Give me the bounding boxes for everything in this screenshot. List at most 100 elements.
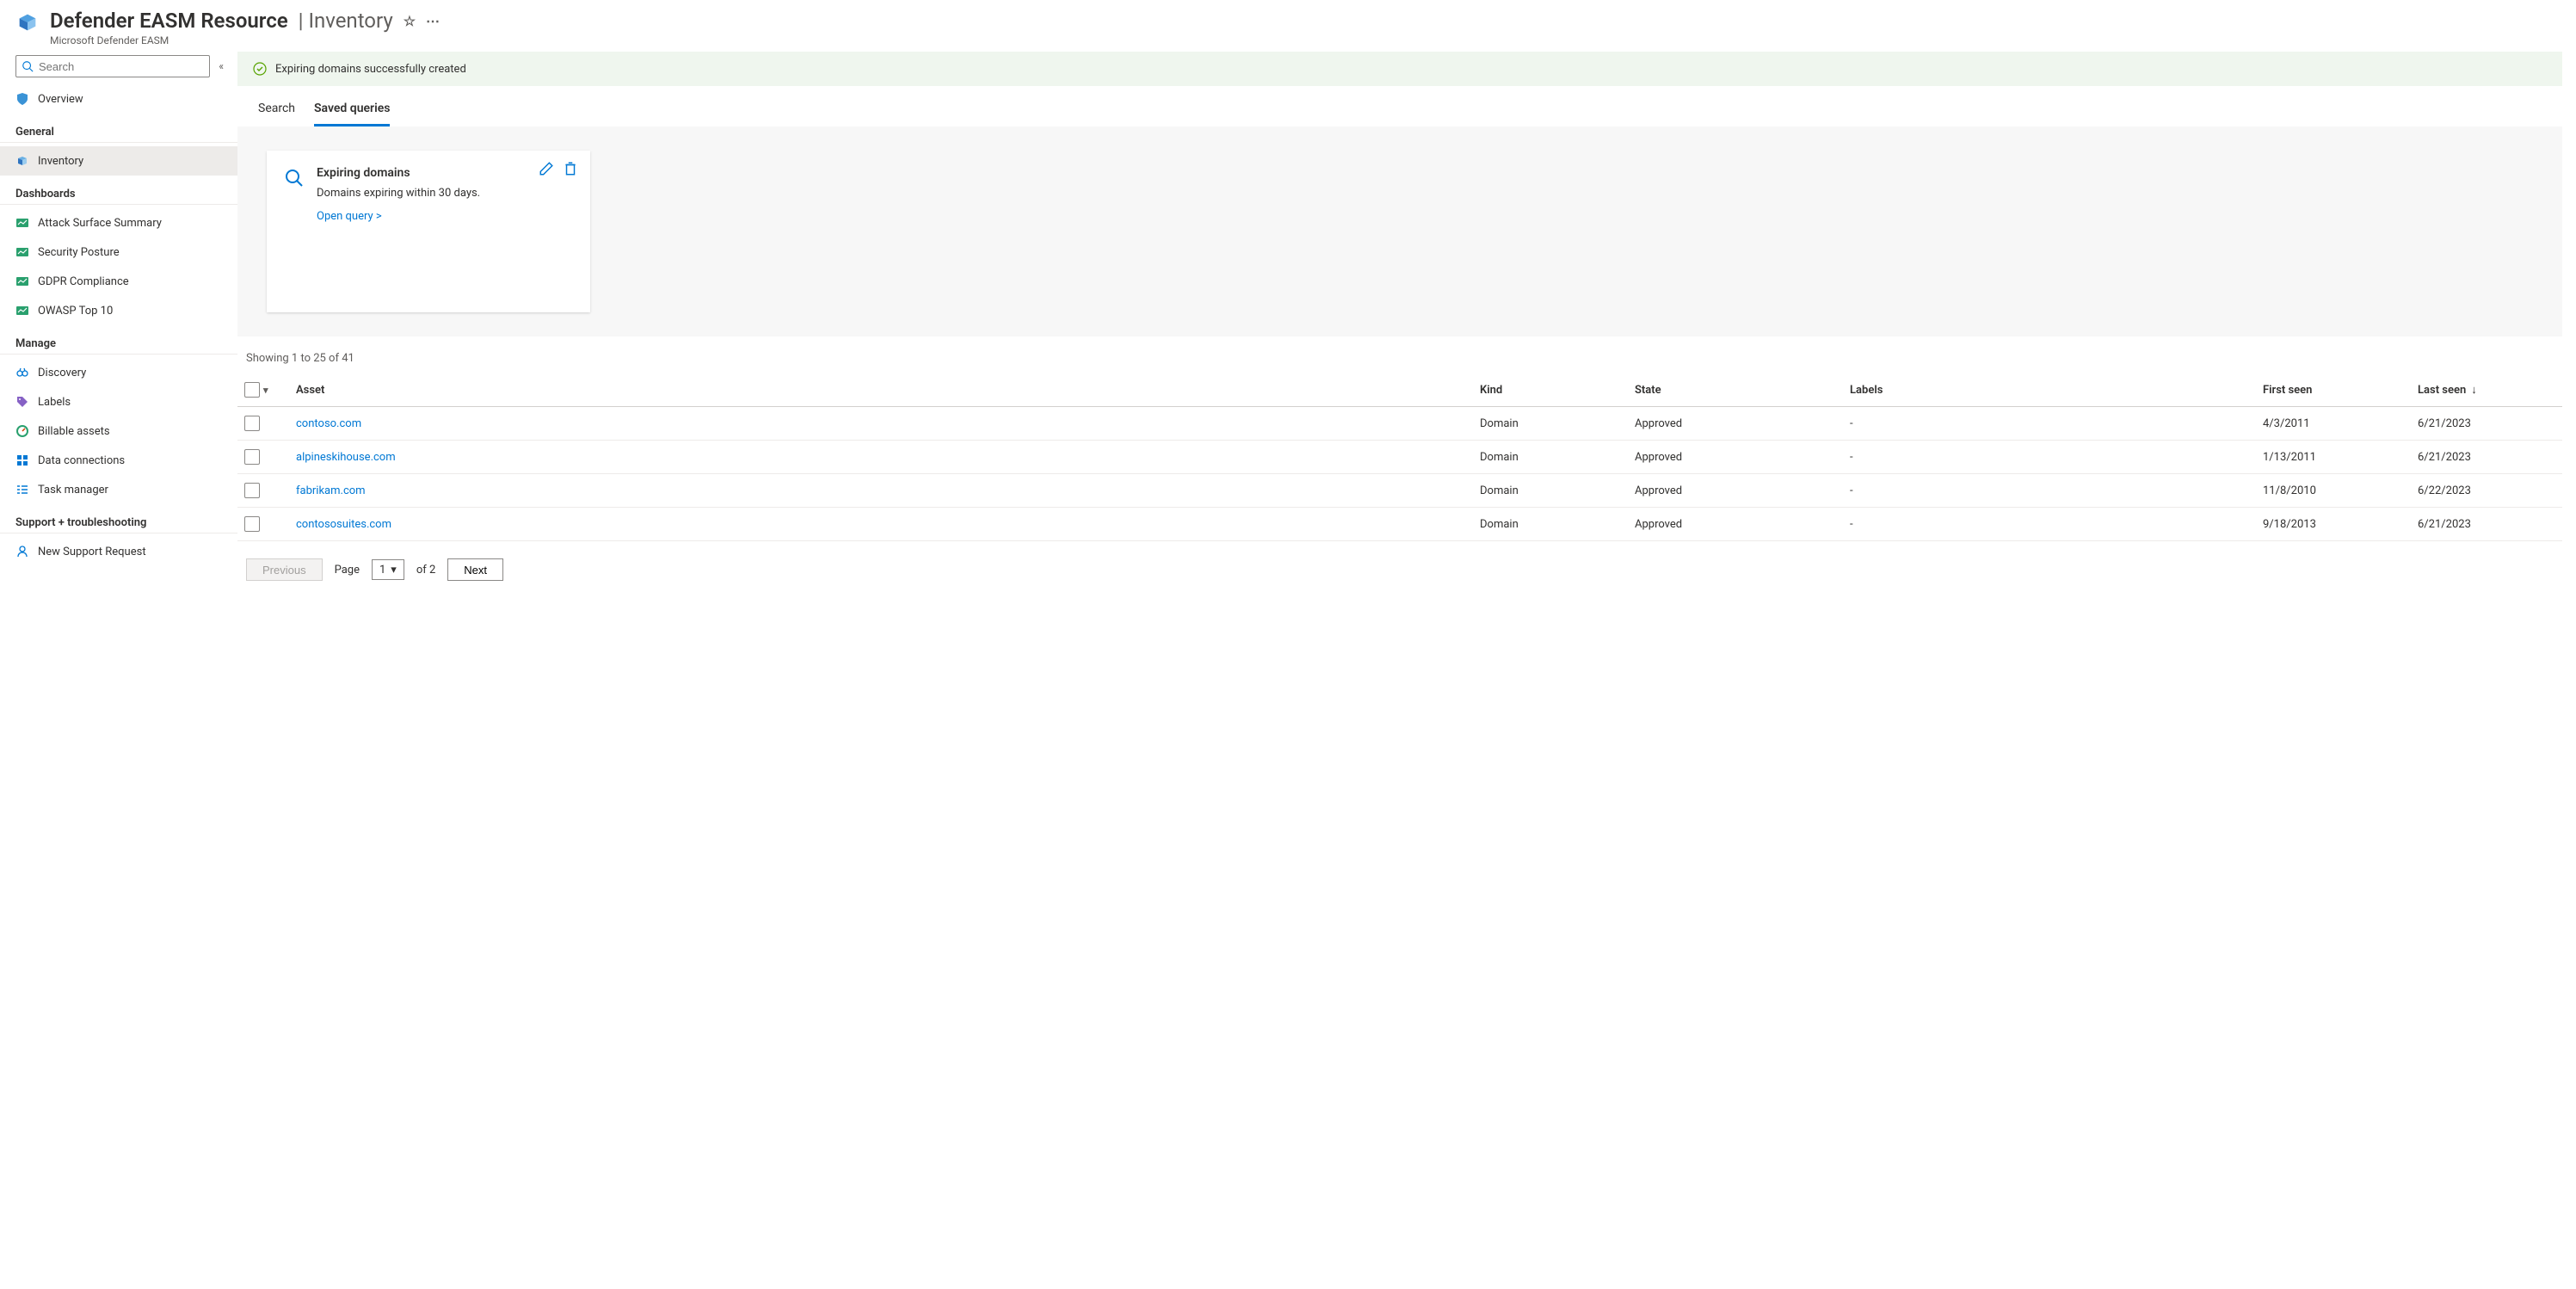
sidebar-item-data-connections[interactable]: Data connections bbox=[0, 446, 237, 475]
cell-last-seen: 6/21/2023 bbox=[2418, 417, 2555, 430]
chevron-down-icon[interactable]: ▾ bbox=[263, 385, 268, 396]
chart-icon bbox=[15, 216, 29, 230]
pagination: Previous Page 1 ▾ of 2 Next bbox=[237, 541, 2562, 598]
sidebar-item-discovery[interactable]: Discovery bbox=[0, 358, 237, 387]
sort-descending-icon: ↓ bbox=[2471, 383, 2477, 397]
sidebar-item-gdpr[interactable]: GDPR Compliance bbox=[0, 267, 237, 296]
query-card-description: Domains expiring within 30 days. bbox=[317, 187, 573, 200]
cell-first-seen: 1/13/2011 bbox=[2263, 451, 2418, 464]
row-checkbox[interactable] bbox=[244, 483, 260, 498]
sidebar-search-input[interactable] bbox=[39, 60, 204, 73]
sidebar-item-label: Attack Surface Summary bbox=[38, 217, 162, 230]
search-icon bbox=[22, 60, 34, 72]
cell-last-seen: 6/22/2023 bbox=[2418, 484, 2555, 497]
more-actions-icon[interactable]: ⋯ bbox=[426, 13, 440, 29]
cell-state: Approved bbox=[1635, 518, 1850, 531]
table-row[interactable]: contoso.comDomainApproved-4/3/20116/21/2… bbox=[237, 407, 2562, 441]
sidebar-item-inventory[interactable]: Inventory bbox=[0, 146, 237, 176]
sidebar-item-label: Discovery bbox=[38, 367, 86, 379]
table-row[interactable]: contososuites.comDomainApproved-9/18/201… bbox=[237, 508, 2562, 541]
select-all-checkbox[interactable] bbox=[244, 382, 260, 398]
asset-link[interactable]: alpineskihouse.com bbox=[296, 451, 1480, 464]
cell-first-seen: 4/3/2011 bbox=[2263, 417, 2418, 430]
resource-icon bbox=[15, 10, 40, 34]
sidebar-item-new-support[interactable]: New Support Request bbox=[0, 537, 237, 566]
section-support: Support + troubleshooting bbox=[0, 504, 237, 533]
sidebar-item-security-posture[interactable]: Security Posture bbox=[0, 237, 237, 267]
sidebar-item-label: Billable assets bbox=[38, 425, 110, 438]
results-summary: Showing 1 to 25 of 41 bbox=[237, 336, 2562, 373]
sidebar-item-label: Task manager bbox=[38, 484, 108, 496]
cell-kind: Domain bbox=[1480, 417, 1635, 430]
cell-last-seen: 6/21/2023 bbox=[2418, 518, 2555, 531]
chevron-down-icon: ▾ bbox=[391, 564, 397, 577]
row-checkbox[interactable] bbox=[244, 449, 260, 465]
tab-search[interactable]: Search bbox=[258, 95, 295, 126]
page-header: Defender EASM Resource | Inventory ☆ ⋯ M… bbox=[0, 0, 2576, 52]
asset-link[interactable]: contoso.com bbox=[296, 417, 1480, 430]
cell-labels: - bbox=[1850, 518, 2263, 531]
cell-state: Approved bbox=[1635, 417, 1850, 430]
support-icon bbox=[15, 545, 29, 558]
sidebar-item-attack-surface[interactable]: Attack Surface Summary bbox=[0, 208, 237, 237]
sidebar-item-labels[interactable]: Labels bbox=[0, 387, 237, 416]
cell-kind: Domain bbox=[1480, 451, 1635, 464]
chart-icon bbox=[15, 274, 29, 288]
saved-query-card[interactable]: Expiring domains Domains expiring within… bbox=[267, 151, 590, 312]
section-manage: Manage bbox=[0, 325, 237, 355]
column-asset[interactable]: Asset bbox=[296, 384, 1480, 397]
cell-labels: - bbox=[1850, 417, 2263, 430]
cube-icon bbox=[15, 154, 29, 168]
sidebar-item-owasp[interactable]: OWASP Top 10 bbox=[0, 296, 237, 325]
assets-table: ▾ Asset Kind State Labels First seen Las… bbox=[237, 373, 2562, 541]
column-kind[interactable]: Kind bbox=[1480, 384, 1635, 397]
success-check-icon bbox=[253, 62, 267, 76]
delete-icon[interactable] bbox=[563, 161, 578, 176]
cell-first-seen: 9/18/2013 bbox=[2263, 518, 2418, 531]
sidebar-item-label: Data connections bbox=[38, 454, 125, 467]
sidebar-item-overview[interactable]: Overview bbox=[0, 84, 237, 114]
tabs: Search Saved queries bbox=[237, 89, 2562, 126]
favorite-star-icon[interactable]: ☆ bbox=[404, 13, 416, 29]
sidebar: « Overview General Inventory Dashboards … bbox=[0, 52, 237, 615]
cell-first-seen: 11/8/2010 bbox=[2263, 484, 2418, 497]
sidebar-search[interactable] bbox=[15, 55, 210, 77]
cell-kind: Domain bbox=[1480, 484, 1635, 497]
sidebar-item-label: GDPR Compliance bbox=[38, 275, 129, 288]
page-select[interactable]: 1 ▾ bbox=[372, 559, 404, 580]
collapse-sidebar-icon[interactable]: « bbox=[217, 59, 222, 74]
breadcrumb: Microsoft Defender EASM bbox=[50, 34, 440, 46]
cell-labels: - bbox=[1850, 484, 2263, 497]
column-first-seen[interactable]: First seen bbox=[2263, 384, 2418, 397]
open-query-link[interactable]: Open query > bbox=[317, 210, 573, 223]
table-row[interactable]: fabrikam.comDomainApproved-11/8/20106/22… bbox=[237, 474, 2562, 508]
chart-icon bbox=[15, 304, 29, 318]
cell-state: Approved bbox=[1635, 451, 1850, 464]
column-state[interactable]: State bbox=[1635, 384, 1850, 397]
column-labels[interactable]: Labels bbox=[1850, 384, 2263, 397]
tab-saved-queries[interactable]: Saved queries bbox=[314, 95, 390, 126]
table-row[interactable]: alpineskihouse.comDomainApproved-1/13/20… bbox=[237, 441, 2562, 474]
sidebar-item-billable[interactable]: Billable assets bbox=[0, 416, 237, 446]
grid-icon bbox=[15, 453, 29, 467]
cell-labels: - bbox=[1850, 451, 2263, 464]
row-checkbox[interactable] bbox=[244, 516, 260, 532]
edit-icon[interactable] bbox=[539, 161, 554, 176]
cell-state: Approved bbox=[1635, 484, 1850, 497]
column-last-seen[interactable]: Last seen ↓ bbox=[2418, 383, 2555, 397]
binoculars-icon bbox=[15, 366, 29, 379]
sidebar-item-task-manager[interactable]: Task manager bbox=[0, 475, 237, 504]
main-content: Expiring domains successfully created Se… bbox=[237, 52, 2576, 615]
previous-button[interactable]: Previous bbox=[246, 558, 323, 581]
saved-queries-panel: Expiring domains Domains expiring within… bbox=[237, 126, 2562, 336]
sidebar-item-label: Labels bbox=[38, 396, 71, 409]
asset-link[interactable]: contososuites.com bbox=[296, 518, 1480, 531]
asset-link[interactable]: fabrikam.com bbox=[296, 484, 1480, 497]
cell-last-seen: 6/21/2023 bbox=[2418, 451, 2555, 464]
cell-kind: Domain bbox=[1480, 518, 1635, 531]
next-button[interactable]: Next bbox=[447, 558, 503, 581]
section-dashboards: Dashboards bbox=[0, 176, 237, 205]
gauge-icon bbox=[15, 424, 29, 438]
sidebar-item-label: New Support Request bbox=[38, 546, 146, 558]
row-checkbox[interactable] bbox=[244, 416, 260, 431]
